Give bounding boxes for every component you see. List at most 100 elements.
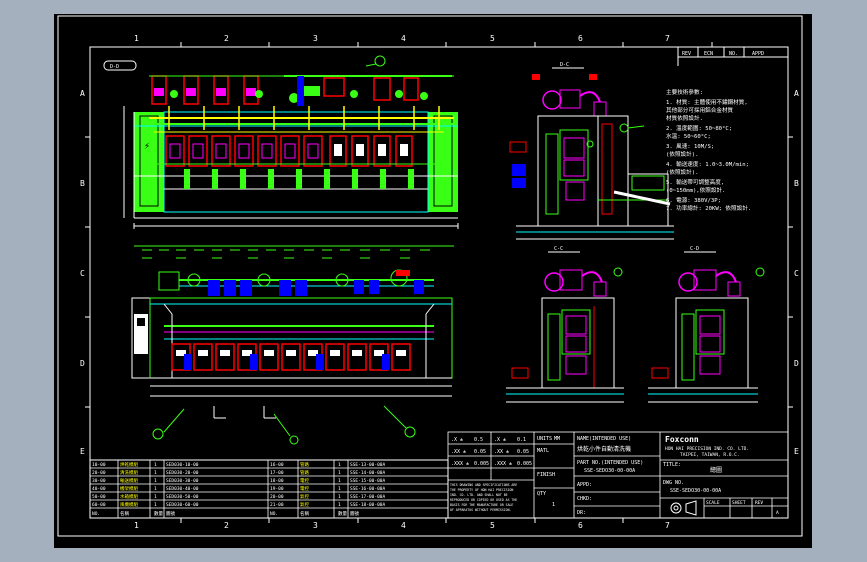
company-line: HON HAI PRECISION IND. CO. LTD. xyxy=(665,446,749,452)
tech-note-line: (依照設計). xyxy=(666,150,698,158)
tech-note-line: (依照設計). xyxy=(666,168,698,176)
grid-col-label: 7 xyxy=(665,521,670,530)
tol-value: 0.1 xyxy=(517,437,526,443)
bom-cell: 水箱模組 xyxy=(120,493,138,500)
tech-note-line: 7. 功率總計: 20KW; 依照設計. xyxy=(666,204,751,212)
tol-value: 0.5 xyxy=(474,437,483,443)
grid-col-label: 4 xyxy=(401,34,406,43)
bom-cell: 21-00 xyxy=(270,502,284,508)
bom-cell: 管路 xyxy=(300,461,309,468)
tech-note-line: 6. 電源: 380V/3P; xyxy=(666,196,721,204)
grid-col-label: 1 xyxy=(134,521,139,530)
bom-cell: SED030-30-00 xyxy=(166,478,199,484)
bom-cell: 1 xyxy=(338,486,341,492)
disclaimer-line: OF APPARATUS WITHOUT PERMISSION. xyxy=(450,508,511,512)
grid-col-label: 2 xyxy=(224,34,229,43)
tech-notes-heading: 主要技術參數: xyxy=(666,88,703,96)
bill-of-materials xyxy=(89,459,449,519)
units-label: UNITS xyxy=(537,436,552,442)
grid-row-label: C xyxy=(80,269,85,278)
disclaimer-line: IND. CO. LTD. AND SHALL NOT BE xyxy=(450,493,508,497)
bom-header-cell: 數量 xyxy=(154,510,163,517)
bom-header-cell: 名稱 xyxy=(300,510,309,517)
chkd-label: CHKD: xyxy=(577,496,592,502)
grid-col-label: 5 xyxy=(490,34,495,43)
bom-rows: 10-00 烘乾模組 1 SED030-10-00 16-00 管路 1 SSE-13-00-… xyxy=(92,461,386,517)
tech-note-line: 1. 材質: 主體使用不鏽鋼材質, xyxy=(666,98,748,106)
side-view-bottom-right: C-D xyxy=(648,246,765,403)
section-label: D-C xyxy=(560,62,569,68)
bom-cell: 電控 xyxy=(300,485,309,492)
rev-value: A xyxy=(776,510,779,516)
disclaimer: THIS DRAWING AND SPECIFICATIONS ARE THE … xyxy=(450,483,517,512)
bom-cell: 1 xyxy=(154,462,157,468)
tol-value: 0.005 xyxy=(474,461,489,467)
tol-label: .X ± xyxy=(451,437,463,443)
grid-col-label: 6 xyxy=(578,34,583,43)
company-logo: Foxconn xyxy=(665,435,699,444)
tol-value: 0.05 xyxy=(474,449,486,455)
tech-note-line: (0~150mm),依照設計. xyxy=(666,186,725,194)
bom-cell: 電控 xyxy=(300,477,309,484)
grid-col-label: 1 xyxy=(134,34,139,43)
tech-note-line: 水溫: 50~60°C; xyxy=(666,132,711,140)
grid-col-label: 3 xyxy=(313,34,318,43)
bom-cell: 風機模組 xyxy=(120,501,138,508)
bom-cell: SED030-60-00 xyxy=(166,502,199,508)
bom-cell: SSE-14-00-00A xyxy=(350,470,386,476)
grid-row-label: B xyxy=(794,179,799,188)
grid-row-label: D xyxy=(80,359,85,368)
part-no-value: SSE-SEDO30-00-00A xyxy=(584,468,635,474)
bom-header-cell: 數量 xyxy=(338,510,347,517)
bom-cell: 清洗模組 xyxy=(120,469,138,476)
bom-cell: SSE-17-00-00A xyxy=(350,494,386,500)
tech-note-line: 3. 風速: 10M/S; xyxy=(666,143,714,150)
grid-row-label: D xyxy=(794,359,799,368)
grid-row-label: A xyxy=(794,89,799,98)
disclaimer-line: THE PROPERTY OF HON HAI PRECISION xyxy=(450,488,513,492)
bom-cell: 40-00 xyxy=(92,486,106,492)
disclaimer-line: BASIS FOR THE MANUFACTURE OR SALE xyxy=(450,503,513,507)
bom-header-cell: NO. xyxy=(270,511,278,517)
bom-cell: 60-00 xyxy=(92,502,106,508)
bom-cell: SSE-15-00-00A xyxy=(350,478,386,484)
top-view: D-D ⚡ xyxy=(103,55,459,229)
grid-row-label: C xyxy=(794,269,799,278)
bom-cell: 烘乾模組 xyxy=(120,461,138,468)
rev-header-cell: REV xyxy=(682,51,691,57)
title-label: TITLE: xyxy=(663,462,681,468)
bom-cell: 1 xyxy=(154,502,157,508)
bom-cell: SSE-16-00-00A xyxy=(350,486,386,492)
electric-symbol: ⚡ xyxy=(144,141,150,152)
cad-drawing: 1 2 3 4 5 6 7 1 2 3 4 5 6 7 A B C D E A … xyxy=(57,15,803,537)
bom-cell: 30-00 xyxy=(92,478,106,484)
disclaimer-line: THIS DRAWING AND SPECIFICATIONS ARE xyxy=(450,483,517,487)
bom-cell: 16-00 xyxy=(270,462,284,468)
bom-cell: 1 xyxy=(338,462,341,468)
company-line: TAIPEI, TAIWAN, R.O.C. xyxy=(680,452,740,458)
bom-header-cell: 名稱 xyxy=(120,510,129,517)
tol-label: .XXX ± xyxy=(494,461,512,467)
bom-cell: 1 xyxy=(338,494,341,500)
title-value: 總圖 xyxy=(710,466,722,474)
tol-value: 0.005 xyxy=(517,461,532,467)
dwg-label: DWG NO. xyxy=(663,480,684,486)
bom-cell: 1 xyxy=(338,478,341,484)
bom-cell: 20-00 xyxy=(270,494,284,500)
tol-label: .XX ± xyxy=(494,449,509,455)
bom-cell: 18-00 xyxy=(270,478,284,484)
grid-col-label: 5 xyxy=(490,521,495,530)
bom-cell: 17-00 xyxy=(270,470,284,476)
dr-label: DR: xyxy=(577,510,586,516)
bom-cell: SED030-40-00 xyxy=(166,486,199,492)
cad-viewport[interactable]: 1 2 3 4 5 6 7 1 2 3 4 5 6 7 A B C D E A … xyxy=(54,14,812,548)
grid-col-label: 3 xyxy=(313,521,318,530)
bom-cell: 機架模組 xyxy=(120,485,138,492)
sheet-label: SHEET xyxy=(732,500,746,506)
bom-cell: 20-00 xyxy=(92,470,106,476)
side-view-top: D-C xyxy=(509,62,674,240)
dwg-value: SSE-SEDO30-00-00A xyxy=(670,488,721,494)
grid-row-label: E xyxy=(794,447,799,456)
appd-label: APPD: xyxy=(577,482,592,488)
section-label: C-D xyxy=(690,246,699,252)
